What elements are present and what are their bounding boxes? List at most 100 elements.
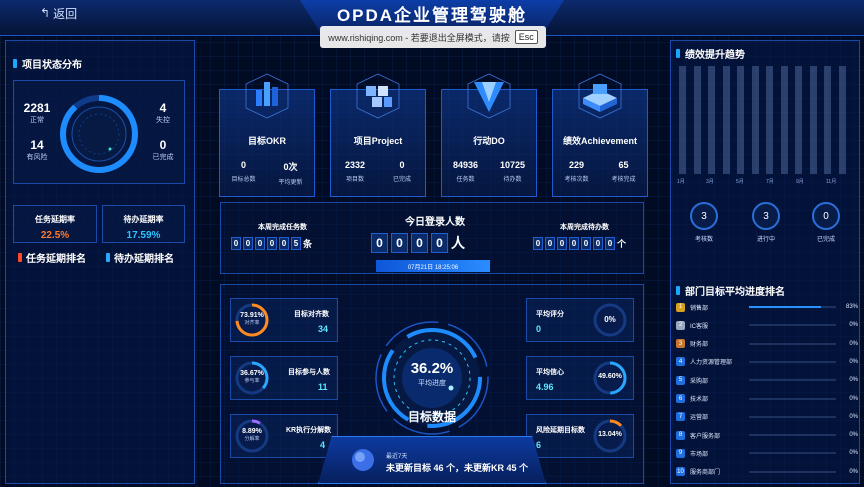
align-rate: 73.91% 对齐率 <box>240 312 264 326</box>
decompose-rate: 8.89% 分解率 <box>242 428 262 442</box>
dept-name: 人力资源管理部 <box>690 360 733 367</box>
card-okr[interactable]: 目标OKR 0 目标总数 0次 平均更新 <box>219 73 315 197</box>
page-title: OPDA企业管理驾驶舱 <box>336 5 528 25</box>
dept-pct: 0% <box>849 450 858 457</box>
dept-rank-row[interactable]: 5 采购部 0% <box>676 374 858 386</box>
task-delay-rank-tab[interactable]: 任务延期排名 <box>18 250 86 265</box>
trend-bar <box>751 66 759 174</box>
dept-pct: 0% <box>849 340 858 347</box>
project-status-title: 项目状态分布 <box>13 56 82 71</box>
trend-bar <box>838 66 846 174</box>
trend-bar <box>780 66 788 174</box>
weekly-todos-counter: 0 0 0 0 0 0 0 个 <box>533 237 626 250</box>
dept-name: 客户服务部 <box>690 433 721 440</box>
rank-index: 4 <box>676 357 685 367</box>
avg-score-ring-value: 0% <box>604 315 616 324</box>
todo-delay-rank-tab[interactable]: 待办延期排名 <box>106 250 174 265</box>
trend-bar <box>795 66 802 174</box>
trend-bar <box>766 66 773 174</box>
back-button[interactable]: ↰ 返回 <box>40 4 96 22</box>
trend-bar <box>722 66 730 174</box>
avg-confidence: 平均信心 4.96 <box>536 369 564 392</box>
dept-rank-row[interactable]: 10 服务商部门 0% <box>676 466 858 478</box>
performance-trend-title: 绩效提升趋势 <box>676 46 745 61</box>
status-normal: 2281 正常 <box>23 101 51 124</box>
axis-label: 9月 <box>796 179 804 185</box>
notice-label: 最近7天 <box>386 454 408 460</box>
progress-bar <box>749 434 836 437</box>
card-achievement[interactable]: 绩效Achievement 229 考核次数 65 考核完成 <box>552 73 648 197</box>
rank-index: 2 <box>676 320 685 330</box>
completed-count: 0 已完成 <box>812 202 840 243</box>
goal-align-count: 目标对齐数 34 <box>294 311 329 334</box>
dept-rank-row[interactable]: 1 销售部 83% <box>676 301 858 313</box>
rank-index: 9 <box>676 448 685 458</box>
back-arrow-icon: ↰ <box>40 6 51 20</box>
axis-label: 3月 <box>706 179 714 185</box>
rank-index: 3 <box>676 339 685 349</box>
dept-name: 财务部 <box>690 342 709 349</box>
back-label: 返回 <box>53 6 78 21</box>
axis-label: 5月 <box>736 179 744 185</box>
weekly-tasks-counter: 0 0 0 0 0 5 条 <box>231 237 312 250</box>
dept-rank-row[interactable]: 2 IC客服 0% <box>676 319 858 331</box>
dept-pct: 83% <box>845 304 858 310</box>
section-marker-icon <box>13 59 17 68</box>
login-label: 今日登录人数 <box>405 217 465 228</box>
login-time: 07月21日 18:25:06 <box>376 260 490 272</box>
dept-name: 销售部 <box>690 305 709 312</box>
card-project[interactable]: 项目Project 2332 项目数 0 已完成 <box>330 73 426 197</box>
progress-bar <box>749 452 836 455</box>
dept-pct: 0% <box>849 322 858 329</box>
project-status-ring <box>60 95 138 173</box>
dept-pct: 0% <box>849 395 858 402</box>
trend-bar <box>693 66 701 174</box>
participate-rate: 36.67% 参与率 <box>240 370 264 384</box>
section-marker-icon <box>676 49 680 58</box>
dept-rank-row[interactable]: 7 运营部 0% <box>676 411 858 423</box>
trend-bar <box>824 66 831 174</box>
dept-pct: 0% <box>849 358 858 365</box>
trend-bar <box>737 66 744 174</box>
todo-delay-box: 待办延期率 17.59% <box>102 205 185 243</box>
dept-rank-row[interactable]: 4 人力资源管理部 0% <box>676 356 858 368</box>
axis-label: 11月 <box>826 179 837 185</box>
progress-bar <box>749 397 836 400</box>
rank-index: 6 <box>676 394 685 403</box>
dept-name: 运营部 <box>690 415 709 422</box>
dept-pct: 0% <box>849 377 858 384</box>
section-marker-icon <box>676 286 680 295</box>
average-progress: 36.2% 平均进度 <box>410 360 454 387</box>
weekly-tasks-label: 本周完成任务数 <box>258 224 307 231</box>
rank-index: 8 <box>676 430 685 440</box>
esc-key[interactable]: Esc <box>514 30 538 44</box>
risk-delay-goals: 风险延期目标数 6 <box>536 427 585 450</box>
status-risk: 14 有风险 <box>26 138 48 161</box>
blocks-icon <box>356 73 400 119</box>
dept-rank-row[interactable]: 9 市场部 0% <box>676 447 858 459</box>
status-out-of-control: 4 失控 <box>156 101 170 124</box>
cube-chart-icon <box>245 73 289 119</box>
rank-index: 10 <box>676 467 685 477</box>
in-progress-count: 3 进行中 <box>752 202 780 243</box>
dept-name: IC客服 <box>690 323 709 330</box>
arrow-down-icon <box>467 73 511 119</box>
progress-bar <box>749 470 836 473</box>
progress-bar <box>749 360 836 363</box>
goal-data-title: 目标数据 <box>407 410 456 424</box>
progress-bar <box>749 324 836 327</box>
card-do[interactable]: 行动DO 84936 任务数 10725 待办数 <box>441 73 537 197</box>
dept-rank-row[interactable]: 3 财务部 0% <box>676 338 858 350</box>
rank-index: 1 <box>676 302 685 312</box>
dept-rank-row[interactable]: 8 客户服务部 0% <box>676 429 858 441</box>
task-delay-box: 任务延期率 22.5% <box>13 205 97 243</box>
axis-label: 1月 <box>677 179 685 185</box>
progress-fill <box>749 306 822 308</box>
progress-bar <box>749 415 836 418</box>
risk-delay-ring-value: 13.04% <box>598 431 622 438</box>
dept-name: 市场部 <box>690 451 709 458</box>
dept-pct: 0% <box>849 432 858 439</box>
dept-rank-row[interactable]: 6 技术部 0% <box>676 393 858 405</box>
progress-bar <box>749 379 836 382</box>
rank-index: 7 <box>676 412 685 422</box>
